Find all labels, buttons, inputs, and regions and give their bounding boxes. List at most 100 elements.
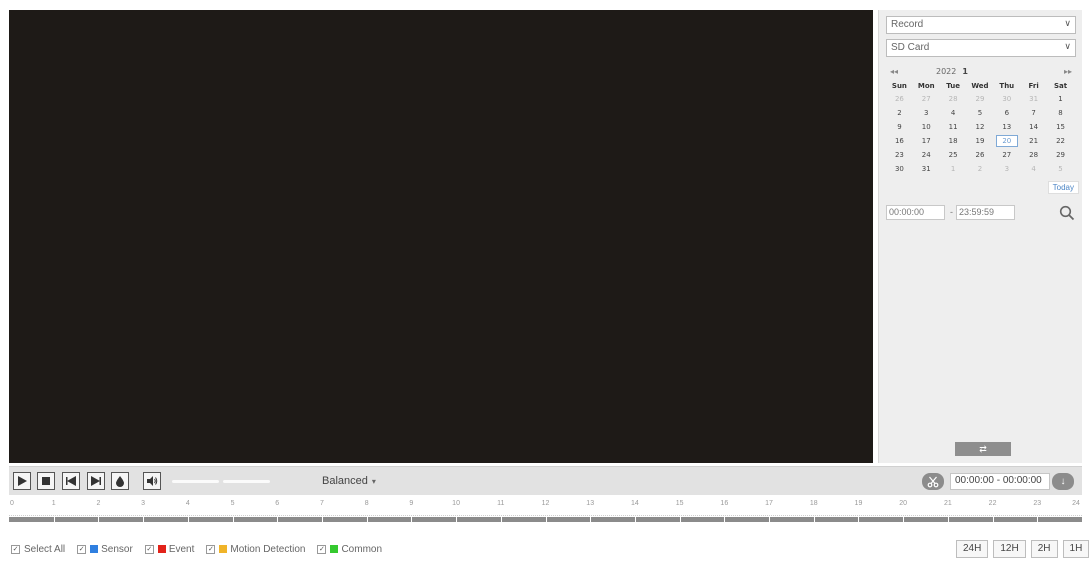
calendar-day[interactable]: 14 xyxy=(1020,120,1047,134)
calendar-day[interactable]: 12 xyxy=(967,120,994,134)
calendar-day[interactable]: 1 xyxy=(940,162,967,176)
zoom-1h-button[interactable]: 1H xyxy=(1062,540,1090,558)
calendar-day[interactable]: 22 xyxy=(1047,134,1074,148)
calendar-year: 2022 xyxy=(936,67,957,76)
hour-divider xyxy=(992,517,994,522)
search-icon[interactable] xyxy=(1059,205,1075,221)
calendar-day[interactable]: 21 xyxy=(1020,134,1047,148)
calendar-day[interactable]: 6 xyxy=(993,106,1020,120)
volume-slider[interactable] xyxy=(172,480,219,483)
today-button[interactable]: Today xyxy=(1047,181,1079,194)
calendar-day[interactable]: 2 xyxy=(967,162,994,176)
next-month-icon[interactable]: ▸▸ xyxy=(1064,67,1072,76)
calendar-day[interactable]: 31 xyxy=(913,162,940,176)
record-type-select[interactable]: Record ∨ xyxy=(886,16,1076,34)
calendar-day[interactable]: 11 xyxy=(940,120,967,134)
calendar-day[interactable]: 16 xyxy=(886,134,913,148)
snapshot-button[interactable] xyxy=(111,472,129,490)
calendar-day[interactable]: 29 xyxy=(967,92,994,106)
calendar-day[interactable]: 17 xyxy=(913,134,940,148)
calendar-day[interactable]: 28 xyxy=(1020,148,1047,162)
calendar-day[interactable]: 18 xyxy=(940,134,967,148)
clip-button[interactable] xyxy=(922,473,944,490)
calendar-day[interactable]: 19 xyxy=(967,134,994,148)
hour-divider xyxy=(98,517,100,522)
hour-label: 18 xyxy=(809,500,818,507)
common-color-swatch xyxy=(330,545,339,553)
calendar-month: 1 xyxy=(962,67,968,76)
calendar-day[interactable]: 23 xyxy=(886,148,913,162)
calendar-day[interactable]: 26 xyxy=(886,92,913,106)
calendar-day[interactable]: 24 xyxy=(913,148,940,162)
checkbox-icon: ✓ xyxy=(317,544,327,554)
motion-detection-checkbox[interactable]: ✓ Motion Detection xyxy=(206,544,305,555)
play-button[interactable] xyxy=(13,472,31,490)
hour-label: 24 xyxy=(1072,500,1080,507)
calendar-day[interactable]: 30 xyxy=(993,92,1020,106)
search-sidebar: Record ∨ SD Card ∨ ◂◂ 2022 1 ▸▸ Sun Mon Tue… xyxy=(878,10,1082,463)
calendar-day[interactable]: 8 xyxy=(1047,106,1074,120)
calendar-day[interactable]: 3 xyxy=(993,162,1020,176)
calendar-day[interactable]: 4 xyxy=(940,106,967,120)
zoom-2h-button[interactable]: 2H xyxy=(1030,540,1058,558)
zoom-24h-button[interactable]: 24H xyxy=(956,540,989,558)
calendar-day[interactable]: 5 xyxy=(967,106,994,120)
collapse-panel-button[interactable]: ⇄ xyxy=(955,442,1011,456)
fast-forward-icon xyxy=(91,476,101,486)
download-button[interactable]: ↓ xyxy=(1052,473,1074,490)
hour-label: 4 xyxy=(185,500,190,507)
hour-label: 16 xyxy=(720,500,729,507)
calendar-day[interactable]: 2 xyxy=(886,106,913,120)
start-time-input[interactable]: 00:00:00 xyxy=(886,205,945,220)
calendar-day[interactable]: 29 xyxy=(1047,148,1074,162)
stop-button[interactable] xyxy=(37,472,55,490)
video-player[interactable] xyxy=(9,10,873,463)
calendar-day[interactable]: 27 xyxy=(993,148,1020,162)
select-all-label: Select All xyxy=(24,543,66,555)
calendar-day[interactable]: 30 xyxy=(886,162,913,176)
calendar-day[interactable]: 10 xyxy=(913,120,940,134)
volume-button[interactable] xyxy=(143,472,161,490)
end-time-input[interactable]: 23:59:59 xyxy=(956,205,1015,220)
storage-value: SD Card xyxy=(891,42,930,53)
calendar-day[interactable]: 13 xyxy=(993,120,1020,134)
calendar-grid: Sun Mon Tue Wed Thu Fri Sat 26 27 28 29 30 31 1 2 3 4 5 6… xyxy=(886,79,1074,176)
speed-slider[interactable] xyxy=(223,480,270,483)
calendar-day[interactable]: 5 xyxy=(1047,162,1074,176)
calendar-day[interactable]: 7 xyxy=(1020,106,1047,120)
timeline[interactable]: 0 1 2 3 4 5 6 7 8 9 10 11 12 13 14 15 16 17 18 19 20 21 22 23 24 xyxy=(9,498,1082,530)
calendar-day[interactable]: 26 xyxy=(967,148,994,162)
fast-button[interactable] xyxy=(87,472,105,490)
hour-label: 11 xyxy=(497,500,505,507)
record-type-value: Record xyxy=(891,19,924,30)
zoom-12h-button[interactable]: 12H xyxy=(993,540,1026,558)
clip-time-range[interactable]: 00:00:00 - 00:00:00 xyxy=(950,473,1050,490)
calendar-day[interactable]: 31 xyxy=(1020,92,1047,106)
stream-mode-value: Balanced xyxy=(322,475,368,487)
hour-label: 19 xyxy=(854,500,863,507)
prev-month-icon[interactable]: ◂◂ xyxy=(890,67,898,76)
stop-icon xyxy=(42,477,50,485)
calendar-day[interactable]: 15 xyxy=(1047,120,1074,134)
calendar-day[interactable]: 25 xyxy=(940,148,967,162)
storage-select[interactable]: SD Card ∨ xyxy=(886,39,1076,57)
calendar-day[interactable]: 1 xyxy=(1047,92,1074,106)
stream-mode-select[interactable]: Balanced ▾ xyxy=(322,475,376,487)
calendar-day[interactable]: 9 xyxy=(886,120,913,134)
slow-button[interactable] xyxy=(62,472,80,490)
calendar-day[interactable]: 28 xyxy=(940,92,967,106)
sensor-checkbox[interactable]: ✓ Sensor xyxy=(77,544,133,555)
calendar-day[interactable]: 20 xyxy=(993,134,1020,148)
scissors-icon xyxy=(927,476,939,487)
calendar-day[interactable]: 27 xyxy=(913,92,940,106)
event-checkbox[interactable]: ✓ Event xyxy=(144,544,194,555)
select-all-checkbox[interactable]: ✓ Select All xyxy=(11,544,65,555)
timeline-zoom-buttons: 24H 12H 2H 1H xyxy=(951,540,1090,558)
rewind-icon xyxy=(66,476,76,486)
calendar-day[interactable]: 4 xyxy=(1020,162,1047,176)
hour-label: 5 xyxy=(230,500,235,507)
weekday-header: Sat xyxy=(1053,81,1068,90)
common-checkbox[interactable]: ✓ Common xyxy=(317,544,382,555)
weekday-header: Tue xyxy=(946,81,960,90)
calendar-day[interactable]: 3 xyxy=(913,106,940,120)
